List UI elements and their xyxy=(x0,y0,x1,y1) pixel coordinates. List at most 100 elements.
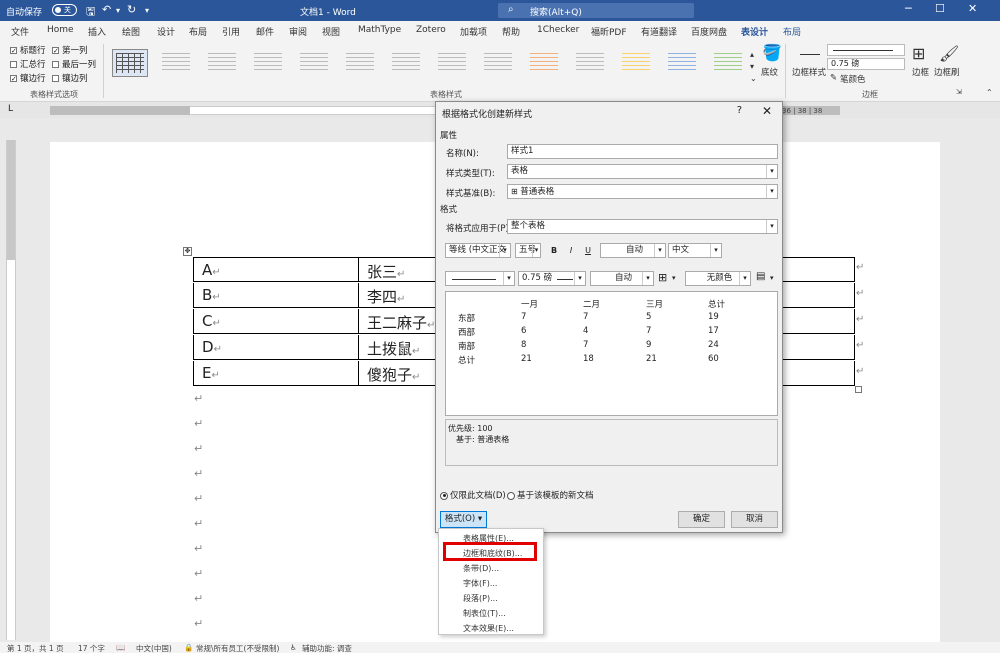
tab-1checker[interactable]: 1Checker xyxy=(537,25,579,35)
menu-item-text-effects[interactable]: 文本效果(E)... xyxy=(463,623,514,634)
undo-icon[interactable]: ↶ xyxy=(102,3,111,16)
option-total-row[interactable]: 汇总行 xyxy=(10,58,46,70)
radio-this-document[interactable]: 仅限此文档(D) xyxy=(440,489,506,501)
name-field[interactable]: 样式1 xyxy=(507,144,778,159)
undo-dropdown-icon[interactable]: ▾ xyxy=(116,6,120,15)
border-painter-label[interactable]: 边框刷 xyxy=(934,66,960,78)
shading-color-select[interactable]: 无颜色 ▾ xyxy=(685,271,751,286)
table-cell[interactable]: E↵ xyxy=(202,364,220,382)
menu-item-banding[interactable]: 条带(D)... xyxy=(463,563,499,574)
borders-label[interactable]: 边框 xyxy=(912,66,929,78)
border-color-select[interactable]: 自动 ▾ xyxy=(590,271,654,286)
status-language[interactable]: 中文(中国) xyxy=(136,643,172,653)
tab-addins[interactable]: 加载项 xyxy=(460,25,487,38)
table-cell[interactable]: 张三↵ xyxy=(367,261,405,282)
proofing-icon[interactable]: 📖 xyxy=(116,643,125,652)
tab-home[interactable]: Home xyxy=(47,25,74,35)
borders-grid-icon[interactable]: ⊞ xyxy=(912,44,925,63)
tab-view[interactable]: 视图 xyxy=(322,25,340,38)
table-style-thumbnail[interactable] xyxy=(342,49,378,77)
table-style-thumbnail[interactable] xyxy=(572,49,608,77)
status-word-count[interactable]: 17 个字 xyxy=(78,643,105,653)
underline-button[interactable]: U xyxy=(581,243,595,258)
pen-color-icon[interactable]: ✎ xyxy=(830,73,837,83)
style-base-select[interactable]: ⊞ 普通表格 ▾ xyxy=(507,184,778,199)
border-weight-select[interactable]: 0.75 磅 ▾ xyxy=(518,271,586,286)
tab-youdao[interactable]: 有道翻译 xyxy=(641,25,677,38)
table-move-handle-icon[interactable]: ✥ xyxy=(183,247,192,256)
table-style-thumbnail[interactable] xyxy=(434,49,470,77)
table-style-thumbnail[interactable] xyxy=(618,49,654,77)
border-painter-icon[interactable]: 🖌 xyxy=(939,44,959,63)
tab-table-layout[interactable]: 布局 xyxy=(783,25,801,38)
table-style-icon[interactable]: ▤ xyxy=(756,271,765,282)
border-styles-label[interactable]: 边框样式 xyxy=(792,66,826,78)
shading-label[interactable]: 底纹 xyxy=(761,66,778,78)
maximize-icon[interactable]: ☐ xyxy=(935,2,945,15)
italic-button[interactable]: I xyxy=(564,243,578,258)
script-select[interactable]: 中文 ▾ xyxy=(668,243,722,258)
tab-file[interactable]: 文件 xyxy=(11,25,29,38)
cancel-button[interactable]: 取消 xyxy=(731,511,778,528)
tab-mailings[interactable]: 邮件 xyxy=(256,25,274,38)
table-style-thumbnail[interactable] xyxy=(526,49,562,77)
tab-zotero[interactable]: Zotero xyxy=(416,25,446,35)
table-cell[interactable]: 李四↵ xyxy=(367,286,405,307)
style-type-select[interactable]: 表格 ▾ xyxy=(507,164,778,179)
customize-qat-icon[interactable]: ▾ xyxy=(145,6,149,15)
option-banded-columns[interactable]: 镶边列 xyxy=(52,72,88,84)
collapse-ribbon-icon[interactable]: ⌃ xyxy=(986,88,993,97)
tab-draw[interactable]: 绘图 xyxy=(122,25,140,38)
tab-review[interactable]: 审阅 xyxy=(289,25,307,38)
menu-item-paragraph[interactable]: 段落(P)... xyxy=(463,593,498,604)
option-last-column[interactable]: 最后一列 xyxy=(52,58,96,70)
styles-scroll-up-icon[interactable]: ▴ xyxy=(750,50,754,59)
status-accessibility[interactable]: 辅助功能: 调查 xyxy=(302,643,352,653)
tab-mathtype[interactable]: MathType xyxy=(358,25,401,35)
font-size-select[interactable]: 五号 ▾ xyxy=(515,243,541,258)
close-icon[interactable]: ✕ xyxy=(762,104,772,118)
line-weight-dropdown[interactable]: 0.75 磅 xyxy=(827,58,905,70)
table-cell[interactable]: A↵ xyxy=(202,261,221,279)
font-select[interactable]: 等线 (中文正文 ▾ xyxy=(445,243,511,258)
table-style-thumbnail[interactable] xyxy=(388,49,424,77)
table-cell[interactable]: C↵ xyxy=(202,312,221,330)
table-style-thumbnail[interactable] xyxy=(204,49,240,77)
status-page[interactable]: 第 1 页，共 1 页 xyxy=(7,643,64,653)
table-style-thumbnail[interactable] xyxy=(250,49,286,77)
search-box[interactable]: ⌕ 搜索(Alt+Q) xyxy=(498,3,694,18)
table-cell[interactable]: B↵ xyxy=(202,286,221,304)
dialog-launcher-icon[interactable]: ⇲ xyxy=(956,88,962,96)
tab-foxit-pdf[interactable]: 福昕PDF xyxy=(591,25,627,38)
borders-grid-icon[interactable]: ⊞ xyxy=(658,271,667,284)
table-style-thumbnail[interactable] xyxy=(710,49,746,77)
shading-bucket-icon[interactable]: 🪣 xyxy=(762,43,782,62)
option-header-row[interactable]: ✓ 标题行 xyxy=(10,44,46,56)
table-cell[interactable]: D↵ xyxy=(202,338,222,356)
table-resize-handle[interactable] xyxy=(855,386,862,393)
tab-help[interactable]: 帮助 xyxy=(502,25,520,38)
option-first-column[interactable]: ✓ 第一列 xyxy=(52,44,88,56)
chevron-down-icon[interactable]: ▾ xyxy=(672,274,676,282)
table-cell[interactable]: 王二麻子↵ xyxy=(367,312,435,333)
styles-scroll-down-icon[interactable]: ▾ xyxy=(750,62,754,71)
border-line-style-select[interactable]: ▾ xyxy=(445,271,515,286)
help-icon[interactable]: ? xyxy=(737,105,742,116)
menu-item-font[interactable]: 字体(F)... xyxy=(463,578,497,589)
sensitivity-icon[interactable]: 🔒 xyxy=(184,643,193,652)
minimize-icon[interactable]: ─ xyxy=(905,2,912,15)
tab-baidu-netdisk[interactable]: 百度网盘 xyxy=(691,25,727,38)
radio-template[interactable]: 基于该模板的新文档 xyxy=(507,489,594,501)
ok-button[interactable]: 确定 xyxy=(678,511,725,528)
table-cell[interactable]: 傻狍子↵ xyxy=(367,364,420,385)
redo-icon[interactable]: ↻ xyxy=(127,3,136,16)
tab-insert[interactable]: 插入 xyxy=(88,25,106,38)
styles-more-icon[interactable]: ⌄ xyxy=(750,74,757,83)
table-style-thumbnail[interactable] xyxy=(158,49,194,77)
format-button[interactable]: 格式(O) ▾ xyxy=(440,511,487,528)
table-cell[interactable]: 土拨鼠↵ xyxy=(367,338,420,359)
apply-to-select[interactable]: 整个表格 ▾ xyxy=(507,219,778,234)
bold-button[interactable]: B xyxy=(547,243,561,258)
close-window-icon[interactable]: ✕ xyxy=(968,2,977,15)
table-style-thumbnail[interactable] xyxy=(664,49,700,77)
